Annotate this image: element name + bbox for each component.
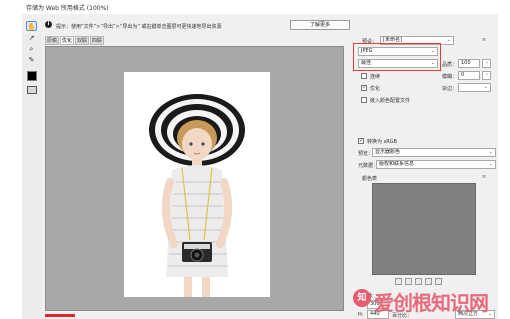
- toggle-slices-visibility-icon[interactable]: [27, 86, 37, 94]
- color-table-label: 颜色表: [362, 176, 378, 182]
- convert-srgb-checkbox[interactable]: ✓: [358, 138, 364, 144]
- watermark-text: 爱创根知识网: [374, 291, 489, 315]
- quality-label: 品质：: [442, 62, 458, 68]
- embed-profile-checkbox[interactable]: [361, 97, 367, 103]
- tab-original[interactable]: 原稿: [45, 36, 59, 45]
- eyedropper-tool-icon[interactable]: ✎: [26, 55, 37, 65]
- status-indicator: [45, 314, 75, 317]
- watermark-logo-icon: 知: [353, 289, 371, 307]
- tab-optimized[interactable]: 优化: [60, 36, 74, 45]
- slice-select-tool-icon[interactable]: ↗: [26, 33, 37, 43]
- metadata-label: 元数据：: [358, 163, 379, 169]
- chevron-right-icon: ›: [486, 72, 488, 78]
- highlight-box: [353, 43, 441, 71]
- chevron-down-icon: ⌄: [488, 149, 493, 155]
- metadata-select[interactable]: 版权和联系信息 ⌄: [376, 160, 496, 169]
- chevron-down-icon: ⌄: [488, 161, 493, 167]
- blur-stepper[interactable]: ›: [482, 71, 491, 80]
- info-icon: i: [45, 21, 52, 28]
- chevron-down-icon: ⌄: [446, 37, 451, 43]
- optimized-checkbox[interactable]: ✓: [361, 85, 367, 91]
- chevron-down-icon: ⌄: [487, 311, 492, 317]
- height-label: H:: [358, 312, 364, 318]
- progressive-checkbox[interactable]: [361, 73, 367, 79]
- web-snap-icon[interactable]: [405, 278, 412, 285]
- blur-input[interactable]: 0: [458, 71, 480, 80]
- child-photo: [149, 94, 245, 297]
- blur-label: 模糊：: [442, 74, 458, 80]
- metadata-value: 版权和联系信息: [379, 161, 415, 167]
- preview-select[interactable]: 显示器颜色 ⌄: [372, 148, 496, 157]
- window-titlebar: 存储为 Web 所用格式 (100%): [0, 0, 510, 14]
- panel-menu-icon[interactable]: ≡: [482, 37, 486, 43]
- tab-2up[interactable]: 双联: [75, 36, 89, 45]
- new-color-icon[interactable]: [425, 278, 432, 285]
- matte-select[interactable]: ⌄: [458, 83, 491, 92]
- window-title: 存储为 Web 所用格式 (100%): [26, 5, 109, 12]
- eyedropper-color-swatch[interactable]: [27, 71, 37, 81]
- map-transparent-icon[interactable]: [395, 278, 402, 285]
- chevron-right-icon: ›: [486, 60, 488, 66]
- embed-profile-label: 嵌入颜色配置文件: [370, 98, 411, 104]
- color-table: [372, 183, 476, 275]
- hand-tool-icon[interactable]: ✋: [26, 21, 37, 31]
- color-table-menu-icon[interactable]: ≡: [482, 174, 486, 180]
- preview-label: 预览：: [358, 151, 374, 157]
- tab-4up[interactable]: 四联: [90, 36, 104, 45]
- preview-image: [124, 72, 270, 297]
- quality-stepper[interactable]: ›: [482, 59, 491, 68]
- zoom-tool-icon[interactable]: ⌕: [26, 44, 37, 54]
- learn-more-button[interactable]: 了解更多: [290, 20, 350, 30]
- matte-label: 杂边：: [442, 86, 458, 92]
- lock-color-icon[interactable]: [415, 278, 422, 285]
- info-text: 提示：使用“文件”>“导出”>“导出为” 或右键单击图层可更快速地导出资源: [56, 24, 222, 30]
- progressive-label: 连续: [370, 74, 381, 80]
- chevron-down-icon: ⌄: [483, 84, 488, 90]
- optimized-label: 优化: [370, 86, 381, 92]
- preview-value: 显示器颜色: [375, 149, 401, 155]
- quality-input[interactable]: 100: [458, 59, 480, 68]
- delete-color-icon[interactable]: [435, 278, 442, 285]
- convert-srgb-label: 转换为 sRGB: [367, 139, 397, 145]
